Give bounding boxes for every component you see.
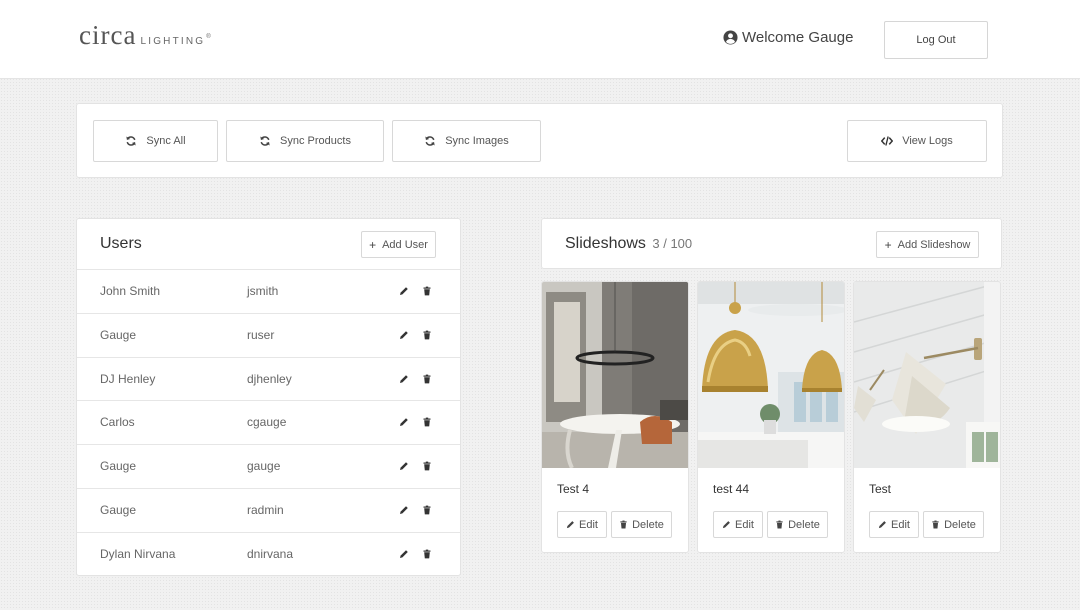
user-row[interactable]: Gauge radmin [77,489,460,533]
sync-images-button[interactable]: Sync Images [392,120,541,162]
user-username: jsmith [247,284,279,298]
sync-images-label: Sync Images [445,135,509,147]
user-row[interactable]: Dylan Nirvana dnirvana [77,533,460,577]
user-username: radmin [247,502,284,517]
add-user-button[interactable]: + Add User [361,231,436,258]
logo-wordmark: circa [79,20,137,50]
trash-icon[interactable] [422,461,432,471]
refresh-icon [425,136,435,146]
user-row[interactable]: Gauge ruser [77,314,460,358]
pencil-icon[interactable] [399,286,409,296]
user-circle-icon [723,30,738,45]
trash-icon[interactable] [422,505,432,515]
edit-label: Edit [579,518,598,531]
logo-subtitle: LIGHTING [140,36,206,47]
slideshows-count: 3 / 100 [652,236,693,251]
users-panel-header: Users + Add User [77,219,460,270]
welcome-text: Welcome Gauge [742,29,854,46]
trash-icon[interactable] [422,330,432,340]
user-username: djhenley [247,371,292,386]
logo-registered-mark: ® [206,34,211,40]
users-list: John Smith jsmith Gauge ruser DJ Henley djhen… [77,270,460,577]
users-title: Users [100,235,142,252]
add-slideshow-label: Add Slideshow [897,238,971,251]
trash-icon[interactable] [422,374,432,384]
user-username: dnirvana [247,546,294,561]
sync-products-label: Sync Products [280,135,351,147]
sync-toolbar: Sync All Sync Products Sync Images View … [76,103,1003,178]
user-row[interactable]: John Smith jsmith [77,270,460,314]
pencil-icon [722,521,730,529]
delete-label: Delete [788,518,820,531]
slideshows-title: Slideshows 3 / 100 [565,235,692,253]
trash-icon[interactable] [422,417,432,427]
pencil-icon [878,521,886,529]
slideshow-title: test 44 [713,482,750,496]
user-name: Carlos [100,415,135,430]
pencil-icon[interactable] [399,417,409,427]
slideshow-thumbnail[interactable] [542,282,689,468]
pencil-icon[interactable] [399,330,409,340]
slideshow-title: Test [869,482,892,496]
welcome-message: Welcome Gauge [723,29,853,46]
trash-icon [932,520,939,529]
slideshow-thumbnail[interactable] [698,282,845,468]
slideshow-card[interactable]: test 44 Edit Delete [697,281,845,553]
view-logs-button[interactable]: View Logs [847,120,987,162]
user-row[interactable]: Carlos cgauge [77,401,460,446]
user-row[interactable]: Gauge gauge [77,445,460,489]
view-logs-label: View Logs [902,135,953,147]
add-slideshow-button[interactable]: + Add Slideshow [876,231,979,258]
user-row[interactable]: DJ Henley djhenley [77,358,460,402]
plus-icon: + [369,237,377,252]
top-header: circa LIGHTING ® Welcome Gauge Log Out [0,0,1080,79]
edit-label: Edit [891,518,910,531]
users-panel: Users + Add User John Smith jsmith Gauge ru… [76,218,461,576]
pencil-icon[interactable] [399,374,409,384]
slideshow-title: Test 4 [557,482,590,496]
pencil-icon[interactable] [399,549,409,559]
slideshows-header-bar: Slideshows 3 / 100 + Add Slideshow [542,219,1001,270]
trash-icon [776,520,783,529]
delete-slideshow-button[interactable]: Delete [767,511,828,538]
user-username: cgauge [247,415,287,430]
slideshow-card[interactable]: Test Edit Delete [853,281,1001,553]
trash-icon [620,520,627,529]
edit-slideshow-button[interactable]: Edit [713,511,763,538]
delete-label: Delete [944,518,976,531]
slideshows-title-text: Slideshows [565,235,646,252]
user-name: Gauge [100,327,137,342]
pencil-icon[interactable] [399,505,409,515]
user-name: DJ Henley [100,371,156,386]
pencil-icon[interactable] [399,461,409,471]
delete-slideshow-button[interactable]: Delete [923,511,984,538]
refresh-icon [126,136,137,146]
slideshows-panel-header: Slideshows 3 / 100 + Add Slideshow [541,218,1002,269]
trash-icon[interactable] [422,549,432,559]
user-username: gauge [247,459,281,474]
edit-slideshow-button[interactable]: Edit [557,511,607,538]
slideshow-card[interactable]: Test 4 Edit Delete [541,281,689,553]
trash-icon[interactable] [422,286,432,296]
user-username: ruser [247,327,275,342]
user-name: Gauge [100,502,137,517]
edit-label: Edit [735,518,754,531]
refresh-icon [260,136,270,146]
add-user-label: Add User [382,238,428,251]
edit-slideshow-button[interactable]: Edit [869,511,919,538]
sync-products-button[interactable]: Sync Products [226,120,384,162]
pencil-icon [566,521,574,529]
delete-slideshow-button[interactable]: Delete [611,511,672,538]
user-name: John Smith [100,284,161,298]
slideshow-thumbnail[interactable] [854,282,1001,468]
sync-all-button[interactable]: Sync All [93,120,218,162]
circa-lighting-logo[interactable]: circa LIGHTING ® [79,20,211,51]
sync-all-label: Sync All [146,135,186,147]
user-name: Dylan Nirvana [100,546,176,561]
code-icon [881,136,894,146]
logout-button[interactable]: Log Out [884,21,988,59]
delete-label: Delete [632,518,664,531]
user-name: Gauge [100,459,137,474]
plus-icon: + [884,237,892,252]
